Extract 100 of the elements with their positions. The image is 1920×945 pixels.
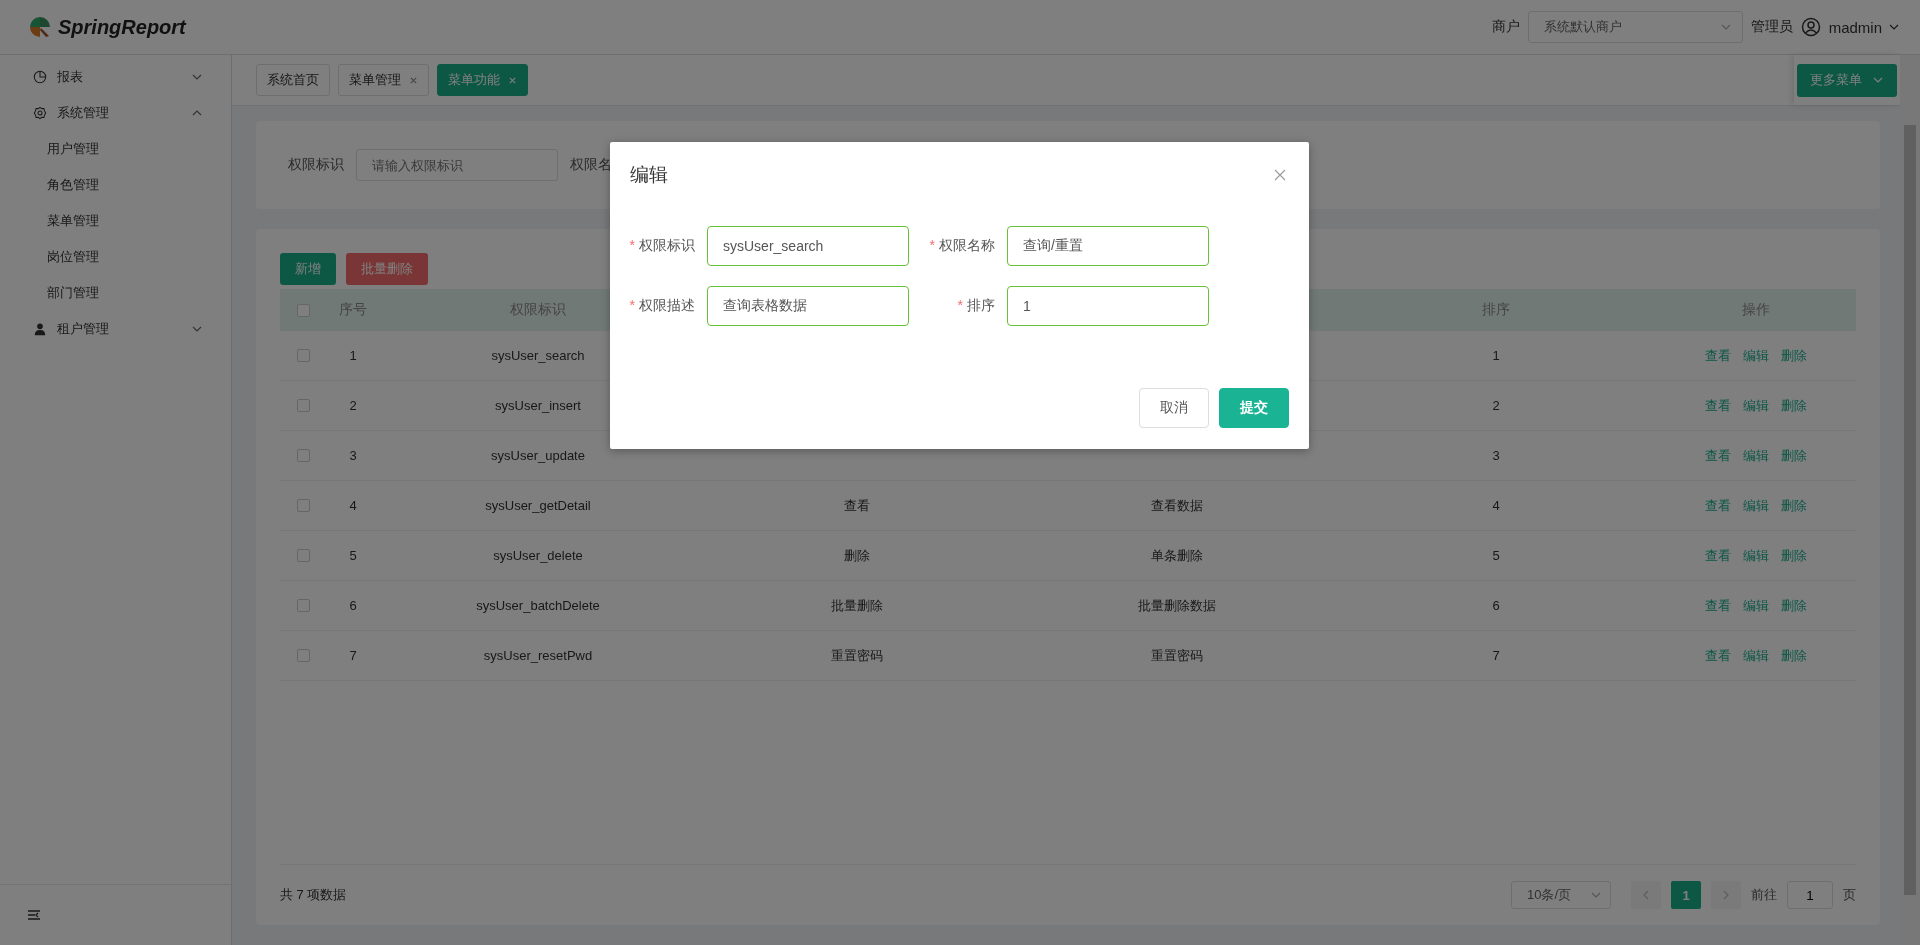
cancel-button[interactable]: 取消 (1139, 388, 1209, 428)
table-cell: 7 (349, 648, 357, 663)
pie-chart-icon (33, 70, 47, 84)
input-field[interactable]: 查询表格数据 (707, 286, 909, 326)
table-cell: sysUser_insert (495, 398, 581, 413)
action-link[interactable]: 查看 (1705, 596, 1731, 615)
previous-page-button[interactable] (1631, 881, 1661, 909)
action-link[interactable]: 删除 (1781, 496, 1807, 515)
action-link[interactable]: 查看 (1705, 346, 1731, 365)
more-menu-button[interactable]: 更多菜单 (1797, 63, 1897, 97)
table-cell: 6 (1492, 598, 1500, 613)
action-link[interactable]: 删除 (1781, 646, 1807, 665)
table-cell: 2 (1492, 398, 1500, 413)
table-cell: 4 (349, 498, 357, 513)
action-link[interactable]: 编辑 (1743, 496, 1769, 515)
total-count: 共 7 项数据 (280, 886, 347, 904)
table-cell: 单条删除 (1151, 546, 1203, 565)
action-link[interactable]: 查看 (1705, 496, 1731, 515)
table-cell: 1 (349, 348, 357, 363)
sidebar-subitem[interactable]: 用户管理 (0, 131, 231, 167)
action-link[interactable]: 删除 (1781, 546, 1807, 565)
gear-icon (33, 106, 47, 120)
table-cell: 3 (1492, 448, 1500, 463)
table-cell: sysUser_getDetail (485, 498, 591, 513)
table-cell: 4 (1492, 498, 1500, 513)
action-link[interactable]: 编辑 (1743, 546, 1769, 565)
goto-page-field[interactable]: 1 (1787, 881, 1833, 909)
action-link[interactable]: 查看 (1705, 546, 1731, 565)
merchant-select[interactable]: 系统默认商户 (1527, 11, 1743, 43)
page-tab[interactable]: 系统首页 (256, 64, 330, 96)
action-link[interactable]: 查看 (1705, 446, 1731, 465)
field-label: * 权限标识 (628, 237, 696, 255)
action-link[interactable]: 查看 (1705, 646, 1731, 665)
table-cell: sysUser_delete (493, 548, 583, 563)
action-link[interactable]: 编辑 (1743, 446, 1769, 465)
brand-name: SpringReport (58, 15, 186, 39)
user-icon[interactable] (1800, 17, 1821, 37)
sidebar-subitem[interactable]: 菜单管理 (0, 203, 231, 239)
table-cell: 查看 (844, 496, 870, 515)
person-icon (33, 322, 47, 336)
page-tab[interactable]: 菜单功能 (437, 64, 528, 96)
scrollbar[interactable] (1900, 55, 1920, 945)
checkbox[interactable] (296, 499, 310, 512)
action-link[interactable]: 删除 (1781, 396, 1807, 415)
table-cell: 6 (349, 598, 357, 613)
checkbox[interactable] (296, 599, 310, 612)
field-label: * 权限名称 (928, 237, 996, 255)
sidebar-subitem[interactable]: 部门管理 (0, 275, 231, 311)
action-link[interactable]: 查看 (1705, 396, 1731, 415)
action-link[interactable]: 编辑 (1743, 396, 1769, 415)
action-link[interactable]: 编辑 (1743, 346, 1769, 365)
close-icon[interactable] (1274, 169, 1286, 181)
add-button[interactable]: 新增 (280, 253, 336, 285)
table-cell: sysUser_batchDelete (476, 598, 600, 613)
sidebar-item[interactable]: 报表 (0, 59, 231, 95)
action-link[interactable]: 删除 (1781, 446, 1807, 465)
goto-label: 前往 (1751, 886, 1777, 904)
sidebar-subitem[interactable]: 岗位管理 (0, 239, 231, 275)
checkbox[interactable] (296, 649, 310, 662)
dialog-title: 编辑 (630, 163, 668, 187)
collapse-menu-icon[interactable] (26, 907, 42, 923)
sidebar-item[interactable]: 系统管理 (0, 95, 231, 131)
table-cell: 重置密码 (831, 646, 883, 665)
user-menu[interactable]: madmin (1828, 18, 1900, 36)
input-field[interactable]: sysUser_search (707, 226, 909, 266)
table-cell: sysUser_resetPwd (483, 648, 593, 663)
next-page-button[interactable] (1711, 881, 1741, 909)
submit-button[interactable]: 提交 (1219, 388, 1289, 428)
action-link[interactable]: 删除 (1781, 346, 1807, 365)
checkbox[interactable] (296, 303, 310, 317)
checkbox[interactable] (296, 549, 310, 562)
action-link[interactable]: 编辑 (1743, 646, 1769, 665)
checkbox[interactable] (296, 399, 310, 412)
page-number[interactable]: 1 (1671, 881, 1701, 909)
close-icon[interactable] (409, 75, 418, 85)
page-suffix: 页 (1843, 886, 1856, 904)
table-cell: sysUser_search (491, 348, 585, 363)
table-cell: 5 (349, 548, 357, 563)
field-label: 权限名 (570, 156, 612, 174)
table-cell: 3 (349, 448, 357, 463)
logo-icon (28, 15, 52, 39)
action-link[interactable]: 编辑 (1743, 596, 1769, 615)
field-label: * 排序 (956, 297, 996, 315)
search-field[interactable]: 请输入权限标识 (356, 149, 558, 181)
action-link[interactable]: 删除 (1781, 596, 1807, 615)
sidebar-subitem[interactable]: 角色管理 (0, 167, 231, 203)
page-size-select[interactable]: 10条/页 (1511, 881, 1611, 909)
batch-delete-button[interactable]: 批量删除 (346, 253, 428, 285)
table-cell: 重置密码 (1151, 646, 1203, 665)
table-cell: 批量删除 (831, 596, 883, 615)
table-cell: 7 (1492, 648, 1500, 663)
field-label: * 权限描述 (628, 297, 696, 315)
checkbox[interactable] (296, 349, 310, 362)
page-tab[interactable]: 菜单管理 (338, 64, 429, 96)
input-field[interactable]: 1 (1007, 286, 1209, 326)
table-cell: 删除 (844, 546, 870, 565)
input-field[interactable]: 查询/重置 (1007, 226, 1209, 266)
table-cell: 1 (1492, 348, 1500, 363)
checkbox[interactable] (296, 449, 310, 462)
sidebar-item[interactable]: 租户管理 (0, 311, 231, 347)
